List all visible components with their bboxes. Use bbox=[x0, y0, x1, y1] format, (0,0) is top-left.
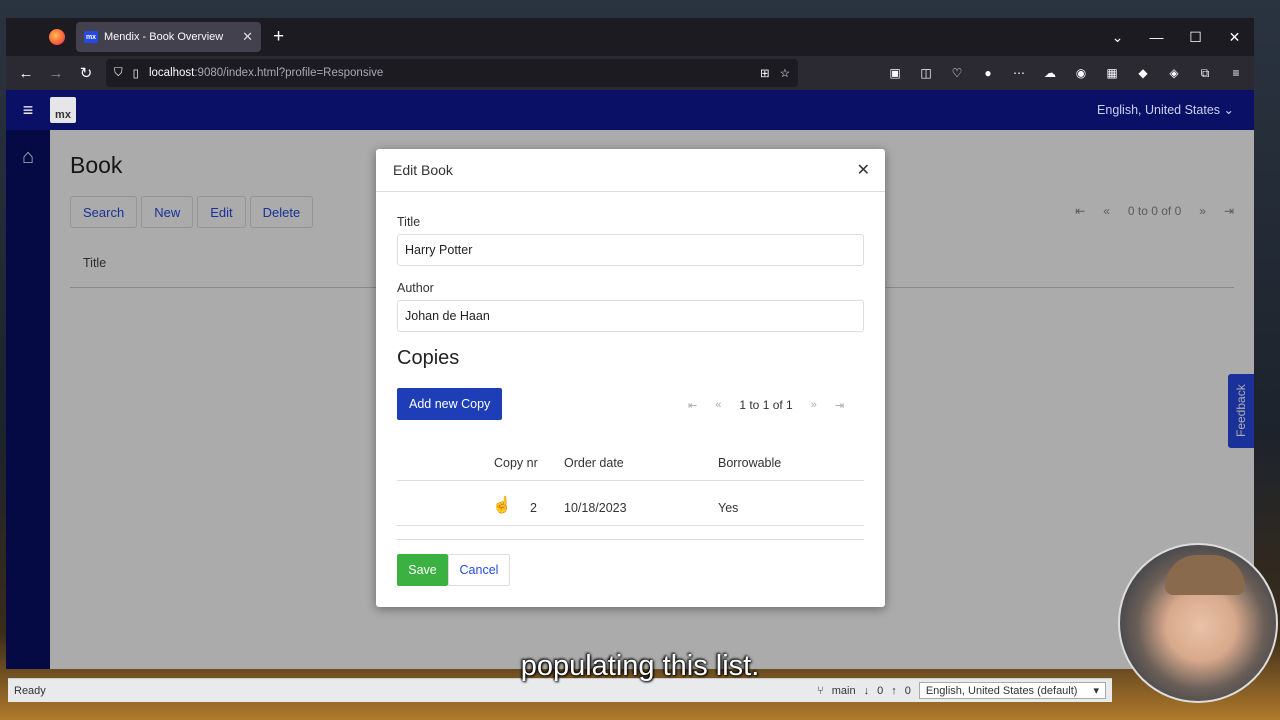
previous-page-icon[interactable]: « bbox=[715, 399, 721, 411]
order-date-cell[interactable]: 10/18/2023 bbox=[564, 501, 627, 515]
minimize-icon[interactable]: — bbox=[1137, 29, 1176, 45]
extension-cube-icon[interactable]: ◈ bbox=[1165, 64, 1183, 82]
author-label: Author bbox=[397, 281, 434, 295]
shield-icon[interactable]: ⛉ bbox=[114, 67, 123, 80]
language-selector[interactable]: English, United States ⌄ bbox=[1097, 102, 1234, 117]
column-header-copy-nr[interactable]: Copy nr bbox=[494, 456, 538, 470]
table-header-divider bbox=[397, 480, 864, 481]
column-header-borrowable[interactable]: Borrowable bbox=[718, 456, 781, 470]
firefox-icon[interactable] bbox=[49, 29, 65, 45]
branch-name[interactable]: main bbox=[832, 685, 856, 697]
video-caption: populating this list. bbox=[520, 650, 760, 682]
next-page-icon[interactable]: » bbox=[811, 399, 817, 411]
tab-bar: mx Mendix - Book Overview ✕ + ⌄ — ☐ ✕ bbox=[6, 18, 1254, 56]
author-input[interactable]: Johan de Haan bbox=[397, 300, 864, 332]
title-input[interactable]: Harry Potter bbox=[397, 234, 864, 266]
column-header-order-date[interactable]: Order date bbox=[564, 456, 624, 470]
footer-divider bbox=[397, 539, 864, 540]
last-page-icon[interactable]: ⇥ bbox=[835, 399, 844, 412]
title-label: Title bbox=[397, 215, 421, 229]
status-text: Ready bbox=[14, 684, 46, 697]
extension-grid-icon[interactable]: ▦ bbox=[1103, 64, 1121, 82]
maximize-icon[interactable]: ☐ bbox=[1176, 29, 1215, 46]
cancel-button[interactable]: Cancel bbox=[448, 554, 510, 586]
copy-nr-cell[interactable]: 2 bbox=[530, 501, 537, 515]
url-host: localhost bbox=[148, 67, 195, 79]
extension-p-icon[interactable]: ● bbox=[979, 64, 997, 82]
dialog-header: Edit Book ✕ bbox=[376, 149, 885, 192]
address-bar[interactable]: ⛉ ▯ localhost:9080/index.html?profile=Re… bbox=[106, 59, 798, 87]
edit-book-dialog: Edit Book ✕ Title Harry Potter Author Jo… bbox=[376, 149, 885, 607]
url-path: :9080/index.html?profile=Responsive bbox=[194, 67, 384, 79]
extensions-toolbar: ▣ ◫ ♡ ● ⋯ ☁ ◉ ▦ ◆ ◈ ⧉ ≡ bbox=[886, 56, 1245, 90]
chevron-down-icon: ▾ bbox=[1093, 685, 1099, 697]
bookmark-star-icon[interactable]: ☆ bbox=[780, 66, 790, 80]
pull-icon: ↓ bbox=[863, 684, 870, 697]
save-button[interactable]: Save bbox=[397, 554, 448, 586]
presenter-image bbox=[1165, 555, 1245, 595]
back-icon[interactable]: ← bbox=[11, 65, 41, 82]
push-count: 0 bbox=[904, 684, 911, 697]
screenshot-icon[interactable]: ▣ bbox=[886, 64, 904, 82]
close-icon[interactable]: ✕ bbox=[857, 160, 870, 180]
table-row-divider bbox=[397, 525, 864, 526]
extension-cloud-icon[interactable]: ☁ bbox=[1041, 64, 1059, 82]
browser-window: mx Mendix - Book Overview ✕ + ⌄ — ☐ ✕ ← … bbox=[6, 18, 1254, 669]
hamburger-menu-icon[interactable]: ≡ bbox=[6, 100, 50, 121]
webcam-overlay bbox=[1118, 543, 1278, 703]
pull-count: 0 bbox=[877, 684, 884, 697]
close-window-icon[interactable]: ✕ bbox=[1215, 29, 1254, 46]
first-page-icon[interactable]: ⇤ bbox=[688, 399, 697, 412]
language-select[interactable]: English, United States (default) ▾ bbox=[918, 682, 1106, 699]
pocket-icon[interactable]: ♡ bbox=[948, 64, 966, 82]
extensions-puzzle-icon[interactable]: ⧉ bbox=[1196, 64, 1214, 82]
copies-heading: Copies bbox=[397, 347, 460, 369]
extension-dots-icon[interactable]: ⋯ bbox=[1010, 64, 1028, 82]
tab-title: Mendix - Book Overview bbox=[104, 31, 224, 43]
menu-icon[interactable]: ≡ bbox=[1227, 64, 1245, 82]
copies-paging-text: 1 to 1 of 1 bbox=[739, 398, 793, 412]
mendix-favicon-icon: mx bbox=[84, 31, 98, 43]
page-viewport: ≡ mx English, United States ⌄ ⌂ Book Sea… bbox=[6, 90, 1254, 669]
chevron-down-icon: ⌄ bbox=[1223, 103, 1234, 117]
add-new-copy-button[interactable]: Add new Copy bbox=[397, 388, 503, 420]
browser-tab[interactable]: mx Mendix - Book Overview ✕ bbox=[76, 22, 261, 52]
mendix-logo[interactable]: mx bbox=[50, 97, 76, 123]
copies-paging: ⇤ « 1 to 1 of 1 » ⇥ bbox=[688, 398, 844, 412]
forward-icon[interactable]: → bbox=[41, 65, 71, 82]
app-header: ≡ mx English, United States ⌄ bbox=[6, 90, 1254, 130]
branch-icon: ⑂ bbox=[817, 684, 824, 697]
new-tab-icon[interactable]: + bbox=[273, 26, 284, 48]
dialog-title: Edit Book bbox=[393, 162, 453, 178]
metamask-icon[interactable]: ◆ bbox=[1134, 64, 1152, 82]
ublock-icon[interactable]: ◉ bbox=[1072, 64, 1090, 82]
borrowable-cell[interactable]: Yes bbox=[718, 501, 738, 515]
nav-bar: ← → ↻ ⛉ ▯ localhost:9080/index.html?prof… bbox=[6, 56, 1254, 90]
push-icon: ↑ bbox=[891, 684, 897, 697]
tab-list-icon[interactable]: ⌄ bbox=[1098, 29, 1137, 46]
close-tab-icon[interactable]: ✕ bbox=[242, 29, 253, 45]
hand-cursor-icon: ☝ bbox=[492, 497, 512, 514]
reload-icon[interactable]: ↻ bbox=[71, 64, 101, 82]
reader-icon[interactable]: ◫ bbox=[917, 64, 935, 82]
grid-icon[interactable]: ⊞ bbox=[760, 66, 770, 80]
page-icon: ▯ bbox=[132, 68, 139, 80]
